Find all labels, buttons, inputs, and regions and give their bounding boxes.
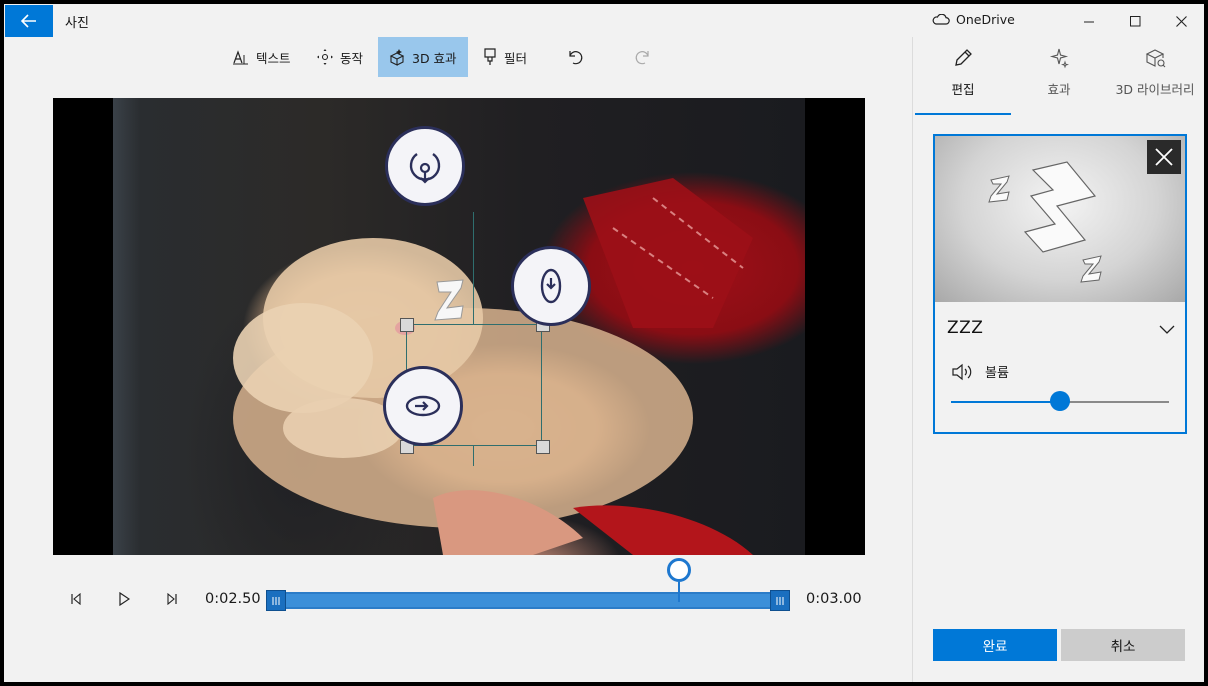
3d-effects-tool-label: 3D 효과 [412, 50, 457, 66]
undo-icon [569, 51, 583, 65]
zzz-effect-icon [434, 279, 464, 321]
undo-button[interactable] [556, 37, 594, 77]
volume-label: 볼륨 [985, 366, 1009, 381]
playhead-handle[interactable] [667, 558, 692, 582]
volume-slider-thumb[interactable] [1050, 391, 1070, 411]
rotate-y-handle[interactable] [511, 246, 591, 326]
rotate-x-handle[interactable] [385, 126, 465, 206]
filter-brush-icon [484, 48, 496, 65]
minimize-button[interactable] [1066, 6, 1112, 36]
arrow-left-icon [21, 14, 36, 28]
expand-chevron-button[interactable] [1159, 320, 1175, 339]
next-frame-icon [167, 593, 177, 605]
onedrive-button[interactable]: OneDrive [932, 12, 1015, 27]
resize-handle-bottom-right[interactable] [536, 440, 550, 454]
effect-card: ZZZ 볼륨 [933, 134, 1187, 434]
redo-icon [635, 51, 649, 65]
start-time: 0:02.50 [205, 591, 261, 607]
tab-effects-label: 효과 [1047, 82, 1071, 97]
end-time: 0:03.00 [806, 591, 862, 607]
tab-edit-label: 편집 [951, 82, 975, 97]
play-icon [119, 592, 130, 606]
resize-handle-top-left[interactable] [400, 318, 414, 332]
onedrive-label: OneDrive [956, 12, 1015, 27]
done-button[interactable]: 완료 [933, 629, 1057, 661]
video-preview[interactable] [53, 98, 865, 555]
redo-button[interactable] [624, 37, 662, 77]
motion-tool-button[interactable]: 동작 [306, 37, 373, 77]
close-icon [1155, 148, 1173, 166]
3d-effects-icon [389, 49, 405, 66]
speaker-icon [952, 363, 972, 380]
minimize-icon [1083, 21, 1094, 22]
app-title: 사진 [65, 16, 89, 31]
previous-frame-icon [71, 593, 81, 605]
grip-icon [776, 596, 784, 605]
effect-preview-image [935, 136, 1185, 302]
rotate-x-icon [409, 153, 441, 184]
active-tab-indicator [915, 113, 1011, 115]
volume-slider-fill [951, 401, 1060, 403]
filter-tool-label: 필터 [504, 50, 528, 66]
play-button[interactable] [110, 587, 138, 611]
maximize-icon [1129, 15, 1140, 26]
zzz-effect-object[interactable] [433, 278, 469, 326]
close-window-button[interactable] [1158, 6, 1204, 36]
trim-end-handle[interactable] [770, 590, 790, 611]
edit-panel: 편집 효과 3D 라이브러리 ZZZ 볼륨 완료 취소 [912, 37, 1204, 682]
photos-app-window: 사진 OneDrive 텍스트 동작 3D 효과 필터 0:02.50 0:03… [4, 4, 1204, 682]
sparkle-icon [1049, 48, 1069, 69]
rotation-connector-bottom [473, 446, 474, 466]
cancel-button[interactable]: 취소 [1061, 629, 1185, 661]
timeline-track[interactable] [266, 592, 790, 609]
next-frame-button[interactable] [158, 587, 186, 611]
filter-tool-button[interactable]: 필터 [472, 37, 537, 77]
tab-effects[interactable]: 효과 [1011, 47, 1107, 109]
volume-row: 볼륨 [951, 362, 1009, 381]
text-tool-button[interactable]: 텍스트 [222, 37, 301, 77]
maximize-button[interactable] [1112, 6, 1158, 36]
rotation-connector-top [473, 212, 474, 324]
tab-3d-library[interactable]: 3D 라이브러리 [1107, 47, 1203, 109]
effect-name: ZZZ [947, 318, 984, 338]
text-tool-label: 텍스트 [256, 50, 291, 66]
text-icon [233, 50, 248, 65]
motion-icon [317, 49, 333, 65]
previous-frame-button[interactable] [62, 587, 90, 611]
cloud-icon [932, 14, 950, 25]
rotate-z-handle[interactable] [383, 366, 463, 446]
back-button[interactable] [5, 5, 53, 37]
remove-effect-button[interactable] [1147, 140, 1181, 174]
cube-icon [1145, 49, 1166, 68]
rotate-y-icon [540, 268, 562, 304]
3d-effects-tool-button[interactable]: 3D 효과 [378, 37, 468, 77]
pencil-icon [955, 49, 972, 66]
motion-tool-label: 동작 [340, 50, 364, 66]
trim-start-handle[interactable] [266, 590, 286, 611]
tab-3d-library-label: 3D 라이브러리 [1115, 82, 1195, 97]
close-icon [1175, 15, 1187, 27]
chevron-down-icon [1159, 325, 1175, 334]
grip-icon [272, 596, 280, 605]
tab-edit[interactable]: 편집 [915, 47, 1011, 109]
playhead-line [678, 582, 681, 602]
rotate-z-icon [405, 395, 441, 417]
